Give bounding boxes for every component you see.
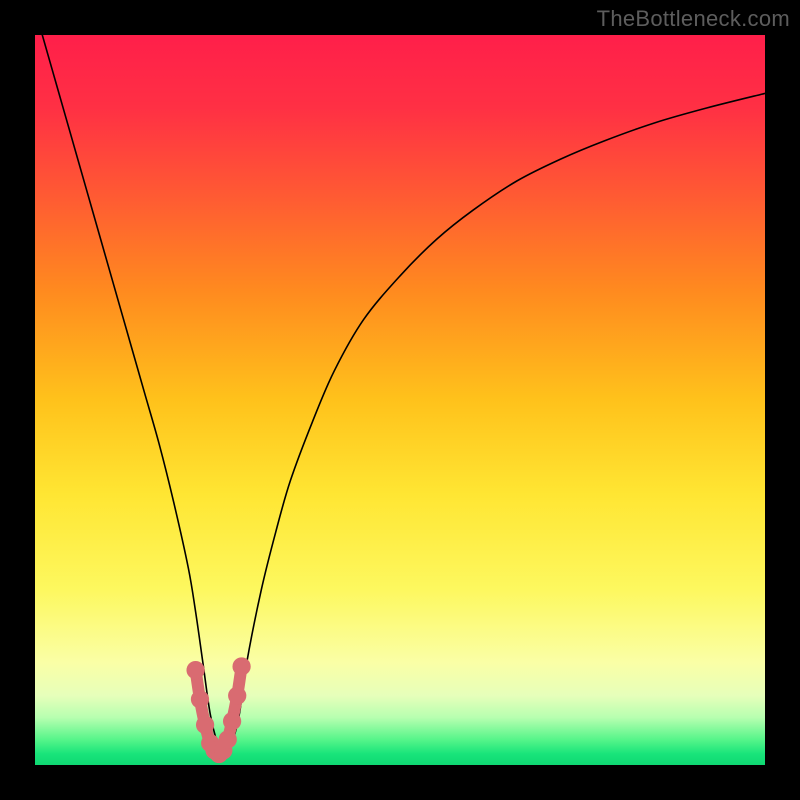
watermark-text: TheBottleneck.com xyxy=(597,6,790,32)
marker-dot xyxy=(191,690,209,708)
bottleneck-curve xyxy=(42,35,765,758)
marker-dot xyxy=(223,712,241,730)
marker-dot xyxy=(219,730,237,748)
marker-dot xyxy=(196,716,214,734)
marker-dot xyxy=(186,661,204,679)
marker-dot xyxy=(228,687,246,705)
marker-dot xyxy=(232,657,250,675)
chart-svg xyxy=(35,35,765,765)
chart-frame: TheBottleneck.com xyxy=(0,0,800,800)
plot-area xyxy=(35,35,765,765)
